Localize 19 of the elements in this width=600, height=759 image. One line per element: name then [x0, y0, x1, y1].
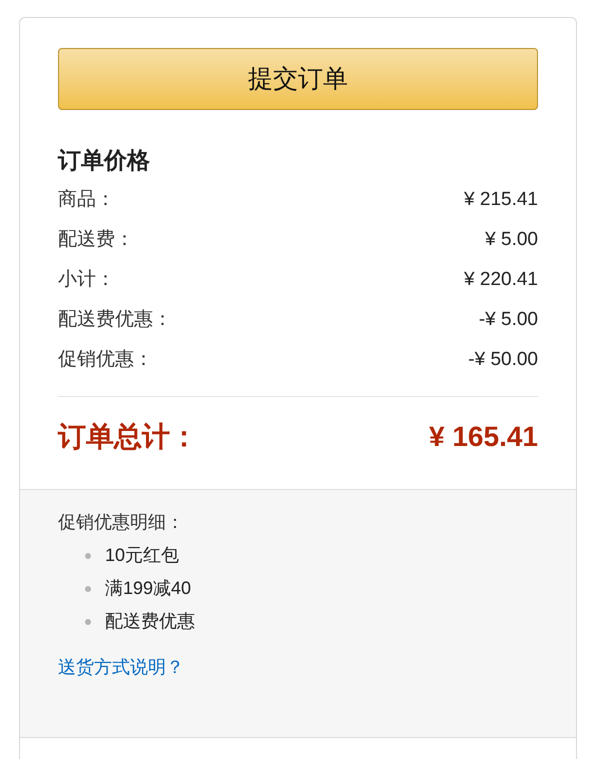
promotion-item: 满199减40 [105, 577, 192, 600]
price-label: 商品： [58, 188, 115, 212]
price-value: ¥ 5.00 [485, 228, 538, 252]
section-title: 订单价格 [58, 146, 150, 175]
submit-order-button[interactable]: 提交订单 [58, 48, 538, 110]
promotion-item: 配送费优惠 [105, 610, 195, 633]
delivery-info-link[interactable]: 送货方式说明？ [58, 651, 184, 684]
price-value: ¥ 220.41 [464, 268, 538, 292]
promotion-item: 10元红包 [105, 544, 180, 567]
price-value: -¥ 5.00 [478, 308, 538, 332]
price-value: -¥ 50.00 [468, 348, 538, 372]
order-total-value: ¥ 165.41 [429, 420, 538, 454]
price-label: 配送费： [58, 228, 134, 252]
price-label: 配送费优惠： [58, 308, 172, 332]
price-label: 小计： [58, 268, 115, 292]
order-total-label: 订单总计： [58, 420, 198, 454]
price-label: 促销优惠： [58, 348, 153, 372]
promotion-title: 促销优惠明细： [58, 511, 184, 534]
price-value: ¥ 215.41 [464, 188, 538, 212]
